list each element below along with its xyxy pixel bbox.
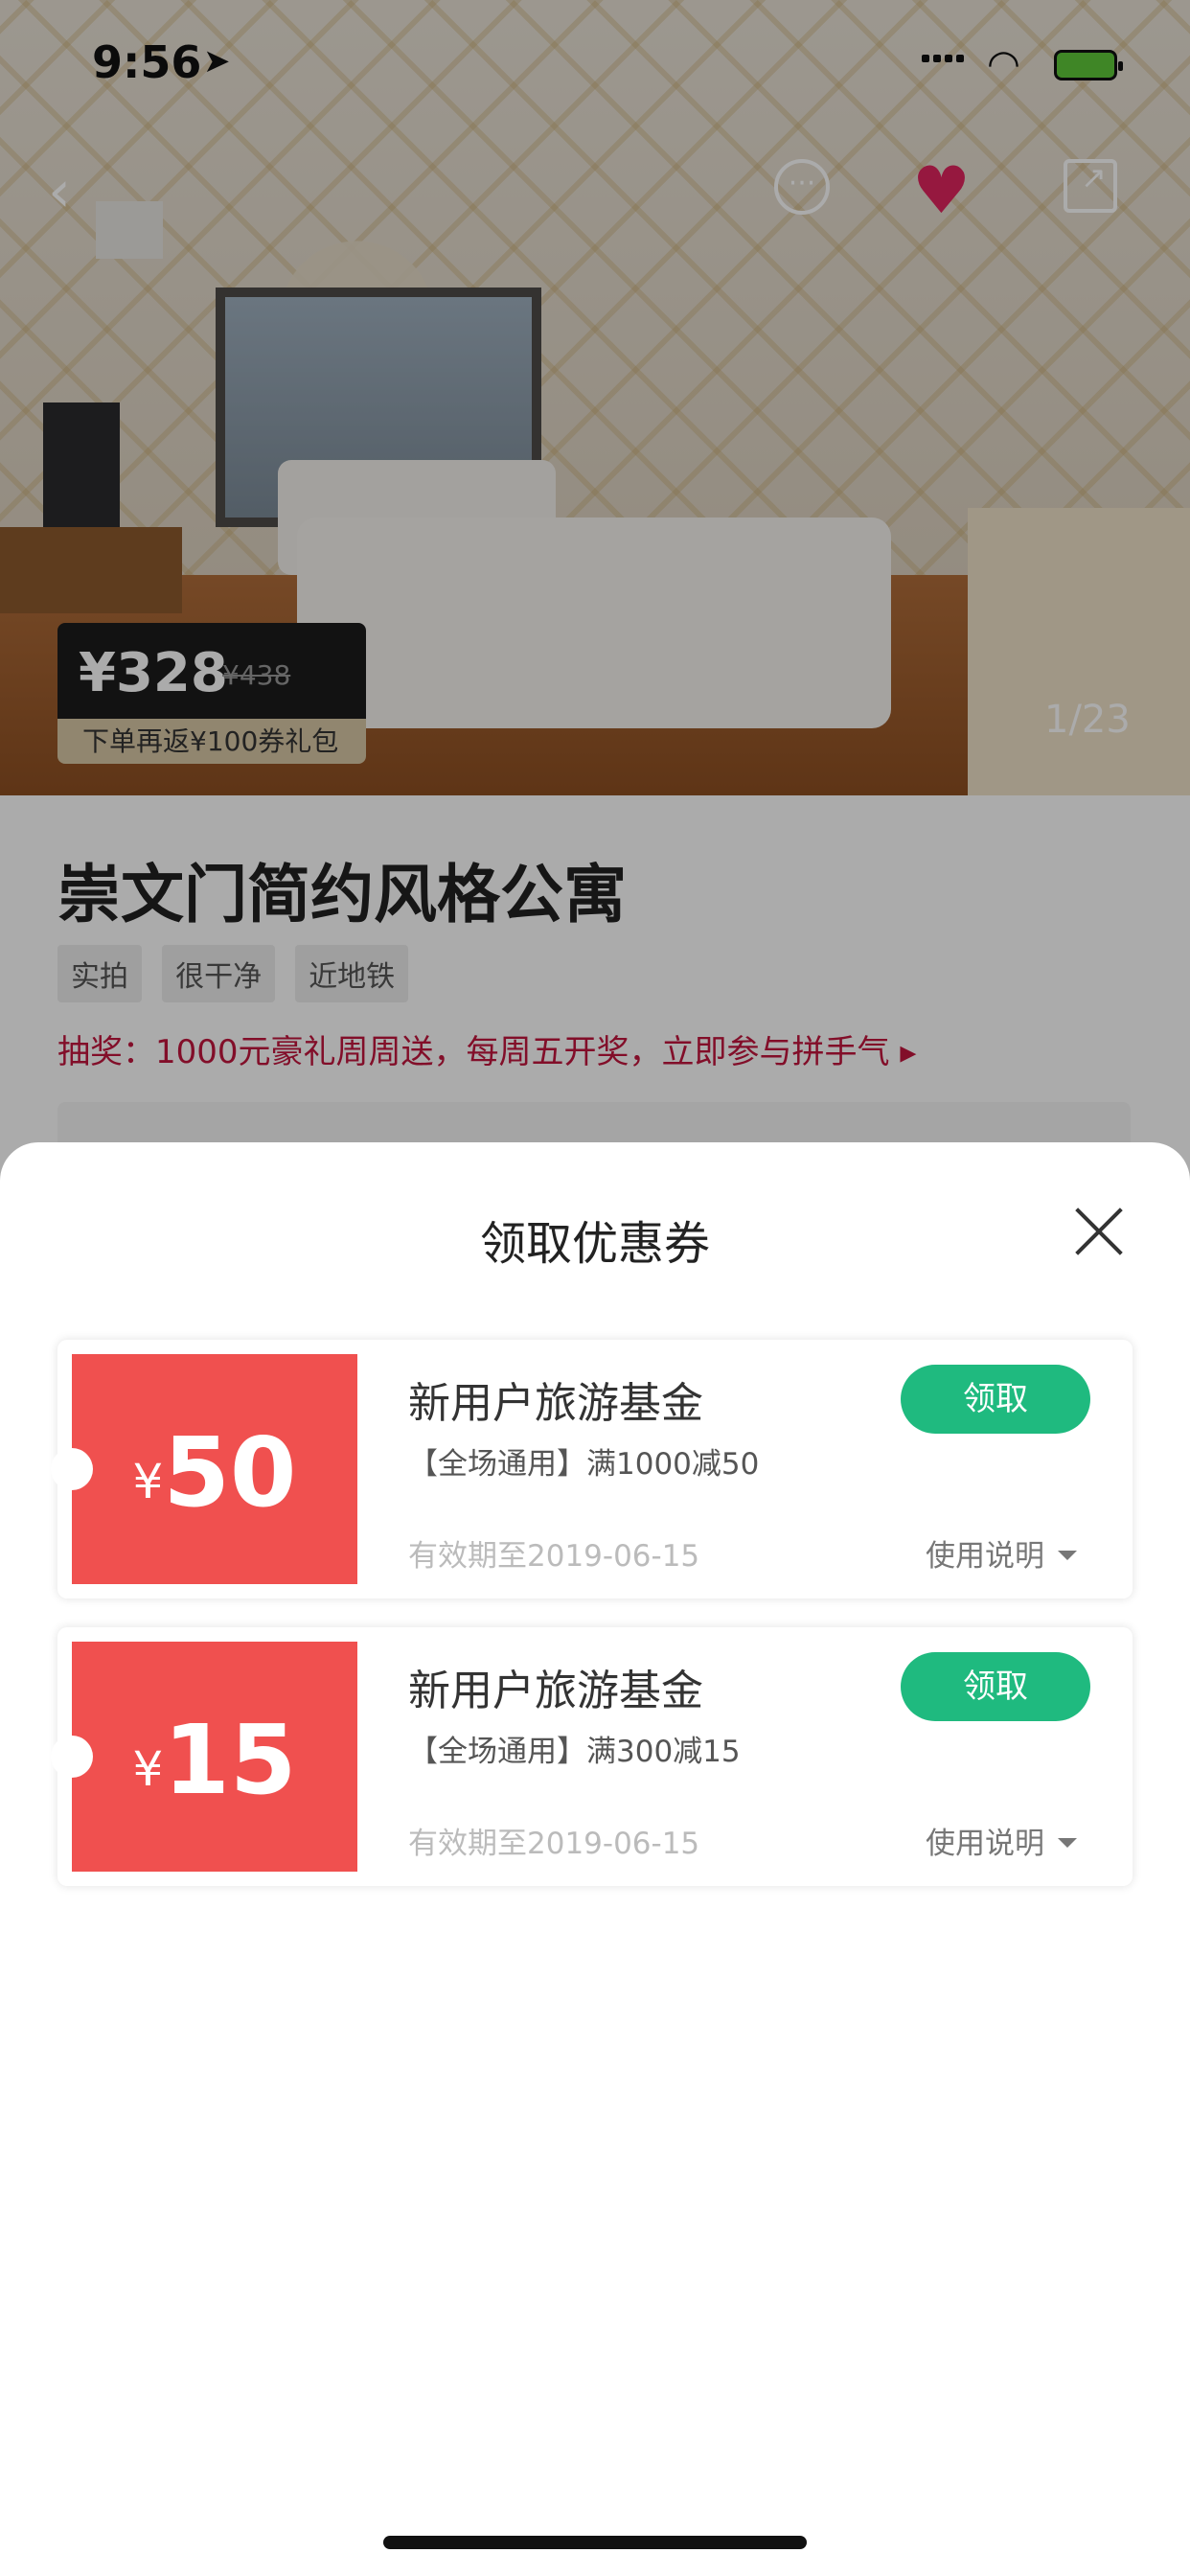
- coupon-usage-toggle[interactable]: 使用说明: [926, 1819, 1077, 1862]
- coupon-amount-value: 50: [163, 1416, 297, 1529]
- coupon-name: 新用户旅游基金: [408, 1667, 703, 1715]
- claim-coupon-button[interactable]: 领取: [901, 1652, 1090, 1721]
- coupon-value-panel: ¥50: [51, 1354, 360, 1584]
- coupon-currency: ¥: [132, 1454, 164, 1509]
- coupon-validity: 有效期至2019-06-15: [408, 1539, 700, 1574]
- coupon-sheet: 领取优惠券 ¥50 新用户旅游基金 【全场通用】满1000减50 有效期至201…: [0, 1142, 1190, 2576]
- coupon-amount-value: 15: [163, 1704, 297, 1816]
- coupon-value-panel: ¥15: [51, 1642, 360, 1872]
- coupon-description: 【全场通用】满300减15: [408, 1735, 741, 1769]
- home-indicator[interactable]: [383, 2536, 807, 2549]
- coupon-name: 新用户旅游基金: [408, 1379, 703, 1428]
- coupon-currency: ¥: [132, 1741, 164, 1797]
- claim-coupon-button[interactable]: 领取: [901, 1365, 1090, 1434]
- close-icon[interactable]: [1073, 1206, 1125, 1257]
- coupon-usage-toggle[interactable]: 使用说明: [926, 1531, 1077, 1575]
- sheet-title: 领取优惠券: [479, 1217, 710, 1271]
- coupon-amount: ¥15: [72, 1704, 357, 1816]
- coupon-card: ¥15 新用户旅游基金 【全场通用】满300减15 有效期至2019-06-15…: [51, 1627, 1133, 1886]
- coupon-amount: ¥50: [72, 1416, 357, 1529]
- coupon-validity: 有效期至2019-06-15: [408, 1827, 700, 1861]
- coupon-card: ¥50 新用户旅游基金 【全场通用】满1000减50 有效期至2019-06-1…: [51, 1340, 1133, 1598]
- coupon-description: 【全场通用】满1000减50: [408, 1447, 760, 1482]
